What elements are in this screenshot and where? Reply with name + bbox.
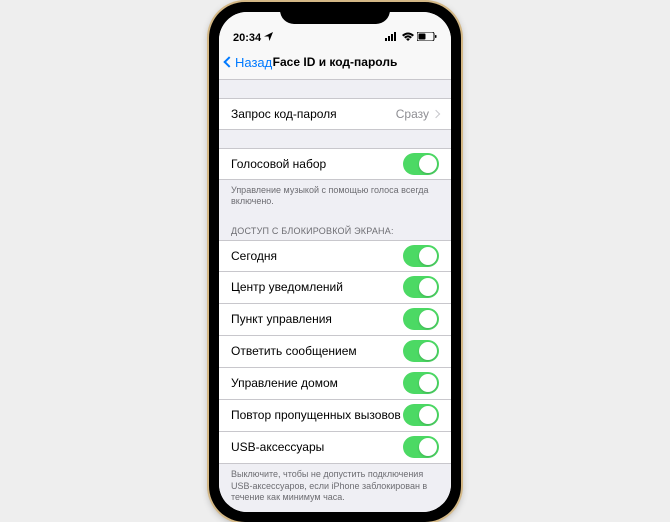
battery-icon: [417, 32, 437, 44]
reply-message-cell: Ответить сообщением: [219, 336, 451, 368]
home-control-label: Управление домом: [231, 376, 338, 390]
require-passcode-cell[interactable]: Запрос код-пароля Сразу: [219, 98, 451, 130]
location-icon: [264, 32, 273, 44]
return-missed-calls-label: Повтор пропущенных вызовов: [231, 408, 401, 422]
chevron-right-icon: [432, 109, 440, 117]
usb-accessories-toggle[interactable]: [403, 436, 439, 458]
usb-accessories-label: USB-аксессуары: [231, 440, 324, 454]
notification-center-toggle[interactable]: [403, 276, 439, 298]
control-center-cell: Пункт управления: [219, 304, 451, 336]
usb-accessories-cell: USB-аксессуары: [219, 432, 451, 464]
signal-icon: [385, 32, 399, 44]
today-view-toggle[interactable]: [403, 245, 439, 267]
today-view-label: Сегодня: [231, 249, 277, 263]
lock-access-header: ДОСТУП С БЛОКИРОВКОЙ ЭКРАНА:: [219, 226, 451, 240]
nav-header: Назад Face ID и код-пароль: [219, 46, 451, 80]
settings-content[interactable]: Запрос код-пароля Сразу Голосовой набор …: [219, 80, 451, 512]
voice-dial-footer: Управление музыкой с помощью голоса всег…: [219, 180, 451, 208]
today-view-cell: Сегодня: [219, 240, 451, 272]
notification-center-cell: Центр уведомлений: [219, 272, 451, 304]
chevron-left-icon: [223, 56, 234, 67]
voice-dial-toggle[interactable]: [403, 153, 439, 175]
return-missed-calls-toggle[interactable]: [403, 404, 439, 426]
require-passcode-label: Запрос код-пароля: [231, 107, 337, 121]
wifi-icon: [402, 32, 414, 44]
notification-center-label: Центр уведомлений: [231, 280, 343, 294]
page-title: Face ID и код-пароль: [273, 55, 398, 69]
reply-message-toggle[interactable]: [403, 340, 439, 362]
status-time: 20:34: [233, 32, 261, 44]
reply-message-label: Ответить сообщением: [231, 344, 357, 358]
usb-accessories-footer: Выключите, чтобы не допустить подключени…: [219, 464, 451, 504]
home-control-cell: Управление домом: [219, 368, 451, 400]
voice-dial-label: Голосовой набор: [231, 157, 326, 171]
require-passcode-value: Сразу: [396, 107, 439, 121]
screen: 20:34 Назад Fac: [219, 12, 451, 512]
voice-dial-cell: Голосовой набор: [219, 148, 451, 180]
notch: [280, 2, 390, 24]
phone-frame: 20:34 Назад Fac: [209, 2, 461, 522]
control-center-label: Пункт управления: [231, 312, 332, 326]
home-control-toggle[interactable]: [403, 372, 439, 394]
back-button[interactable]: Назад: [225, 55, 272, 70]
return-missed-calls-cell: Повтор пропущенных вызовов: [219, 400, 451, 432]
back-label: Назад: [235, 55, 272, 70]
control-center-toggle[interactable]: [403, 308, 439, 330]
